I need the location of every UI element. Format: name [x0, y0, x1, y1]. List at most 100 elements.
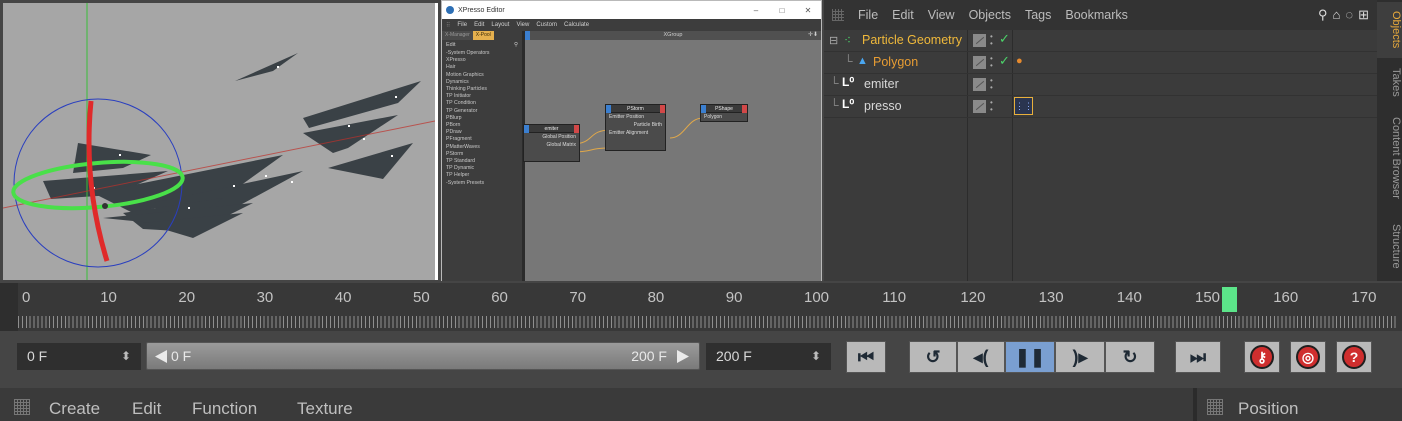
enabled-check-icon[interactable]: ✓ — [999, 31, 1010, 47]
om-menu-view[interactable]: View — [928, 8, 955, 22]
om-menu-edit[interactable]: Edit — [892, 8, 914, 22]
new-panel-icon[interactable]: ⊞ — [1358, 7, 1369, 23]
editor-render-dots-icon[interactable]: • • — [990, 55, 996, 70]
tab-content-browser[interactable]: Content Browser — [1377, 108, 1402, 208]
menu-texture[interactable]: Texture — [297, 399, 353, 419]
go-to-start-button[interactable]: ⏮ — [846, 341, 886, 373]
preview-range-slider[interactable]: 0 F 200 F — [146, 342, 700, 370]
material-tag-icon[interactable]: ● — [1016, 55, 1023, 67]
layer-visibility-icon[interactable] — [973, 78, 986, 91]
max-frame-field[interactable]: 200 F ⬍ — [706, 343, 831, 370]
go-to-end-button[interactable]: ⏭ — [1175, 341, 1221, 373]
xp-menu-edit[interactable]: Edit — [474, 22, 484, 28]
collapse-icon[interactable]: ⊟ — [829, 34, 838, 47]
keyframe-selection-button[interactable]: ? — [1336, 341, 1372, 373]
om-menu-objects[interactable]: Objects — [969, 8, 1011, 22]
node-pshape[interactable]: PShape Polygon — [700, 104, 748, 122]
object-row-polygon[interactable]: └ ▲ Polygon • • ✓ ● — [824, 52, 1377, 74]
operator-tree-item[interactable]: -System Presets — [446, 180, 522, 187]
operator-tree-item[interactable]: PDraw — [446, 129, 522, 136]
canvas-navigate-icon[interactable]: ✛⬇ — [808, 31, 818, 40]
om-menu-file[interactable]: File — [858, 8, 878, 22]
operator-tree-item[interactable]: TP Generator — [446, 108, 522, 115]
operator-tree-item[interactable]: PMatterWaves — [446, 144, 522, 151]
next-frame-button[interactable]: )▸ — [1055, 341, 1105, 373]
port-global-position[interactable]: Global Position — [524, 133, 579, 141]
object-name[interactable]: Particle Geometry — [862, 33, 962, 47]
panel-divider[interactable] — [1193, 388, 1197, 421]
previous-keyframe-button[interactable]: ↺ — [909, 341, 957, 373]
panel-grip-icon[interactable] — [14, 399, 30, 415]
node-pstorm[interactable]: PStorm Emitter Position Particle Birth E… — [605, 104, 666, 151]
range-left-arrow-icon[interactable] — [155, 350, 167, 363]
range-right-arrow-icon[interactable] — [677, 350, 689, 363]
port-global-matrix[interactable]: Global Matrix — [524, 141, 579, 149]
operator-tree-item[interactable]: XPresso — [446, 57, 522, 64]
xpresso-tag-icon[interactable]: ⋮⋮ — [1014, 97, 1033, 115]
operator-tree-item[interactable]: PBorn — [446, 122, 522, 129]
om-menu-bookmarks[interactable]: Bookmarks — [1065, 8, 1128, 22]
minimize-button[interactable]: – — [743, 6, 769, 15]
port-particle-birth[interactable]: Particle Birth — [606, 121, 665, 129]
operator-tree-item[interactable]: TP Dynamic — [446, 165, 522, 172]
search-icon[interactable]: ⚲ — [514, 42, 518, 48]
xpresso-node-canvas[interactable]: XGroup ✛⬇ emiter Global Position Global … — [523, 31, 821, 281]
operator-tree-item[interactable]: Motion Graphics — [446, 72, 522, 79]
panel-grip-icon[interactable] — [1207, 399, 1223, 415]
tab-xpool[interactable]: X-Pool — [472, 31, 494, 40]
spinner-icon[interactable]: ⬍ — [121, 343, 131, 370]
layer-visibility-icon[interactable] — [973, 34, 986, 47]
xp-menu-custom[interactable]: Custom — [536, 22, 557, 28]
port-polygon[interactable]: Polygon — [701, 113, 747, 121]
timeline-handle[interactable] — [0, 283, 18, 331]
object-row-presso[interactable]: └ L⁰ presso • • ⋮⋮ — [824, 96, 1377, 118]
enabled-check-icon[interactable]: ✓ — [999, 53, 1010, 69]
menu-create[interactable]: Create — [49, 399, 100, 419]
panel-grip-icon[interactable] — [832, 9, 844, 21]
menu-function[interactable]: Function — [192, 399, 257, 419]
operator-tree-item[interactable]: Thinking Particles — [446, 86, 522, 93]
operator-tree-item[interactable]: PBlurp — [446, 115, 522, 122]
xp-menu-layout[interactable]: Layout — [491, 22, 509, 28]
editor-render-dots-icon[interactable]: • • — [990, 77, 996, 92]
tab-objects[interactable]: Objects — [1377, 2, 1402, 58]
next-keyframe-button[interactable]: ↻ — [1105, 341, 1155, 373]
min-frame-field[interactable]: 0 F ⬍ — [17, 343, 141, 370]
xpool-edit-menu[interactable]: Edit — [446, 42, 455, 48]
xp-menu-view[interactable]: View — [516, 22, 529, 28]
layer-visibility-icon[interactable] — [973, 56, 986, 69]
object-name[interactable]: Polygon — [873, 55, 918, 69]
operator-tree-item[interactable]: TP Condition — [446, 100, 522, 107]
operator-tree-item[interactable]: TP Helper — [446, 172, 522, 179]
editor-render-dots-icon[interactable]: • • — [990, 33, 996, 48]
port-emitter-position[interactable]: Emitter Position — [606, 113, 665, 121]
tab-xmanager[interactable]: X-Manager — [442, 31, 473, 40]
3d-viewport[interactable] — [3, 3, 438, 280]
om-menu-tags[interactable]: Tags — [1025, 8, 1051, 22]
node-emiter[interactable]: emiter Global Position Global Matrix — [523, 124, 580, 162]
operator-tree-item[interactable]: Hair — [446, 64, 522, 71]
search-icon[interactable]: ⚲ — [1318, 7, 1328, 23]
record-keys-button[interactable]: ⚷ — [1244, 341, 1280, 373]
editor-render-dots-icon[interactable]: • • — [990, 99, 996, 114]
timeline-ruler[interactable]: 0 10 20 30 40 50 60 70 80 90 100 110 120 130 140 150 160… — [0, 283, 1402, 331]
view-eye-icon[interactable]: ◌ — [1345, 7, 1353, 23]
autokeying-button[interactable]: ◎ — [1290, 341, 1326, 373]
operator-tree-item[interactable]: Dynamics — [446, 79, 522, 86]
tab-structure[interactable]: Structure — [1377, 214, 1402, 278]
tab-takes[interactable]: Takes — [1377, 62, 1402, 102]
xp-menu-calculate[interactable]: Calculate — [564, 22, 589, 28]
operator-tree-item[interactable]: PFragment — [446, 136, 522, 143]
close-button[interactable]: ✕ — [795, 6, 821, 15]
xp-menu-file[interactable]: File — [457, 22, 467, 28]
operator-tree-item[interactable]: TP Initiator — [446, 93, 522, 100]
spinner-icon[interactable]: ⬍ — [811, 343, 821, 370]
object-row-particle-geometry[interactable]: ⊟ ⁖ Particle Geometry • • ✓ — [824, 30, 1377, 52]
object-name[interactable]: presso — [864, 99, 902, 113]
operator-tree-item[interactable]: TP Standard — [446, 158, 522, 165]
object-row-emiter[interactable]: └ L⁰ emiter • • — [824, 74, 1377, 96]
menu-edit[interactable]: Edit — [132, 399, 161, 419]
maximize-button[interactable]: □ — [769, 6, 795, 15]
port-emitter-alignment[interactable]: Emitter Alignment — [606, 129, 665, 137]
pause-button[interactable]: ❚❚ — [1005, 341, 1055, 373]
